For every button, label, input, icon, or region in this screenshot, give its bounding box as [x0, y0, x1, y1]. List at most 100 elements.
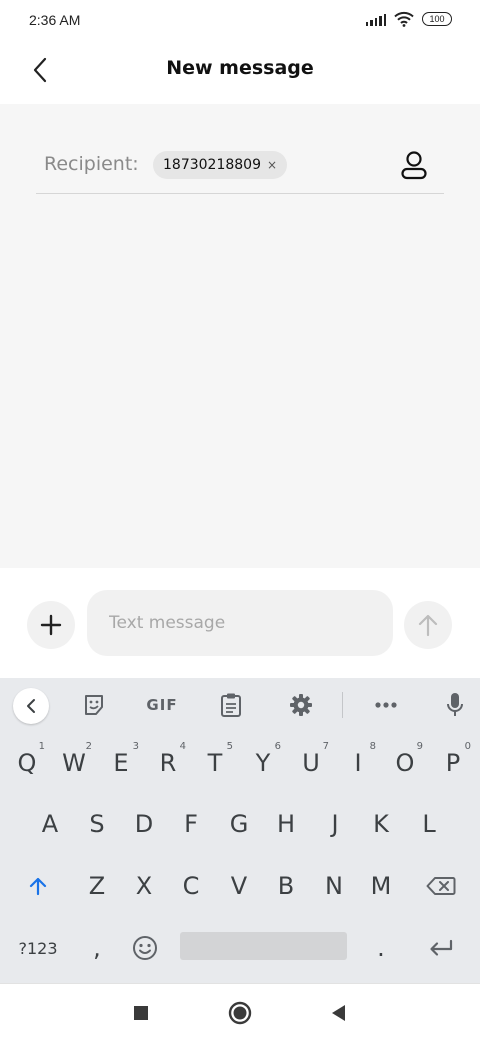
person-icon	[401, 151, 427, 180]
key-row-4: ?123 , .	[0, 917, 480, 979]
symbols-key[interactable]: ?123	[10, 917, 66, 979]
key-row-2: A S D F G H J K L	[0, 793, 480, 855]
key-z[interactable]: Z	[73, 855, 121, 917]
triangle-back-icon	[332, 1005, 345, 1021]
microphone-icon	[447, 693, 463, 716]
key-s[interactable]: S	[73, 793, 121, 855]
enter-key[interactable]	[414, 917, 468, 979]
key-label: W	[62, 749, 86, 777]
key-w[interactable]: W2	[50, 732, 98, 794]
battery-icon: 100	[422, 12, 452, 26]
shift-key[interactable]	[12, 855, 64, 917]
emoji-key[interactable]	[122, 917, 168, 979]
key-hint: 5	[226, 741, 233, 752]
key-l[interactable]: L	[405, 793, 453, 855]
status-time: 2:36 AM	[29, 12, 81, 28]
signal-icon	[365, 12, 386, 26]
keyboard: G I F Q 1 W 2 E 3 R 4 T 5 Y 6 U 7 I 8 O 9 …	[0, 678, 480, 983]
gear-icon	[290, 694, 312, 716]
key-g[interactable]: G	[215, 793, 263, 855]
key-e[interactable]: E3	[97, 732, 145, 794]
key-x[interactable]: X	[120, 855, 168, 917]
enter-icon	[430, 939, 453, 956]
key-n[interactable]: N	[310, 855, 358, 917]
chevron-left-icon	[27, 699, 35, 713]
gif-button[interactable]: GIF	[142, 690, 182, 720]
status-icons: 100	[365, 11, 452, 27]
key-b[interactable]: B	[262, 855, 310, 917]
toolbar-collapse-button[interactable]	[13, 688, 49, 724]
key-hint: 6	[274, 741, 281, 752]
key-m[interactable]: M	[357, 855, 405, 917]
key-label: E	[113, 749, 129, 777]
recipient-chip-number: 18730218809	[163, 157, 261, 173]
back-nav-button[interactable]	[325, 999, 353, 1027]
key-v[interactable]: V	[215, 855, 263, 917]
settings-button[interactable]	[283, 690, 319, 720]
key-f[interactable]: F	[167, 793, 215, 855]
key-y[interactable]: Y6	[239, 732, 287, 794]
key-row-1: Q1 W2 E3 R4 T5 Y6 U7 I8 O9 P0	[0, 732, 480, 794]
battery-level: 100	[429, 14, 445, 24]
page-title: New message	[166, 57, 314, 79]
compose-bar	[0, 568, 480, 678]
key-hint: 2	[85, 741, 92, 752]
more-horizontal-icon	[375, 702, 397, 708]
clipboard-button[interactable]	[213, 690, 249, 720]
emoji-icon	[133, 936, 157, 960]
send-button[interactable]	[404, 601, 452, 649]
attach-button[interactable]	[27, 601, 75, 649]
key-label: I	[354, 749, 362, 777]
key-hint: 7	[322, 741, 329, 752]
period-key[interactable]: .	[358, 917, 404, 979]
key-hint: 0	[464, 741, 471, 752]
comma-key[interactable]: ,	[74, 917, 120, 979]
key-d[interactable]: D	[120, 793, 168, 855]
status-bar: 2:36 AM 100	[0, 0, 480, 40]
key-h[interactable]: H	[262, 793, 310, 855]
toolbar-divider	[342, 692, 343, 718]
plus-icon	[40, 614, 62, 636]
key-u[interactable]: U7	[287, 732, 335, 794]
key-q[interactable]: Q1	[3, 732, 51, 794]
key-k[interactable]: K	[357, 793, 405, 855]
key-p[interactable]: P0	[429, 732, 477, 794]
key-hint: 4	[179, 741, 186, 752]
more-options-button[interactable]	[368, 690, 404, 720]
space-key[interactable]	[180, 932, 347, 960]
home-button[interactable]	[226, 999, 254, 1027]
wifi-icon	[394, 11, 414, 27]
circle-icon	[228, 1001, 252, 1025]
voice-input-button[interactable]	[437, 690, 473, 720]
navigation-bar	[0, 983, 480, 1040]
key-j[interactable]: J	[311, 793, 359, 855]
square-icon	[134, 1006, 148, 1020]
message-input[interactable]	[87, 590, 393, 656]
key-label: U	[302, 749, 320, 777]
sticker-button[interactable]	[76, 690, 112, 720]
key-a[interactable]: A	[26, 793, 74, 855]
key-c[interactable]: C	[167, 855, 215, 917]
recipient-label: Recipient:	[44, 153, 139, 175]
key-label: T	[207, 749, 223, 777]
app-header: New message	[0, 40, 480, 104]
key-hint: 3	[132, 741, 139, 752]
key-r[interactable]: R4	[144, 732, 192, 794]
recents-button[interactable]	[127, 999, 155, 1027]
shift-arrow-icon	[29, 877, 47, 896]
key-t[interactable]: T5	[191, 732, 239, 794]
key-o[interactable]: O9	[381, 732, 429, 794]
key-row-3: Z X C V B N M	[0, 855, 480, 917]
recipient-chip[interactable]: 18730218809 ×	[153, 151, 288, 179]
chip-remove-icon[interactable]: ×	[267, 158, 277, 172]
clipboard-icon	[221, 693, 241, 717]
key-hint: 8	[369, 741, 376, 752]
arrow-up-icon	[418, 614, 438, 637]
key-i[interactable]: I8	[334, 732, 382, 794]
key-label: P	[445, 749, 461, 777]
backspace-key[interactable]	[414, 855, 468, 917]
key-hint: 9	[416, 741, 423, 752]
add-contact-button[interactable]	[398, 148, 430, 182]
key-label: Q	[17, 749, 37, 777]
key-label: O	[395, 749, 415, 777]
